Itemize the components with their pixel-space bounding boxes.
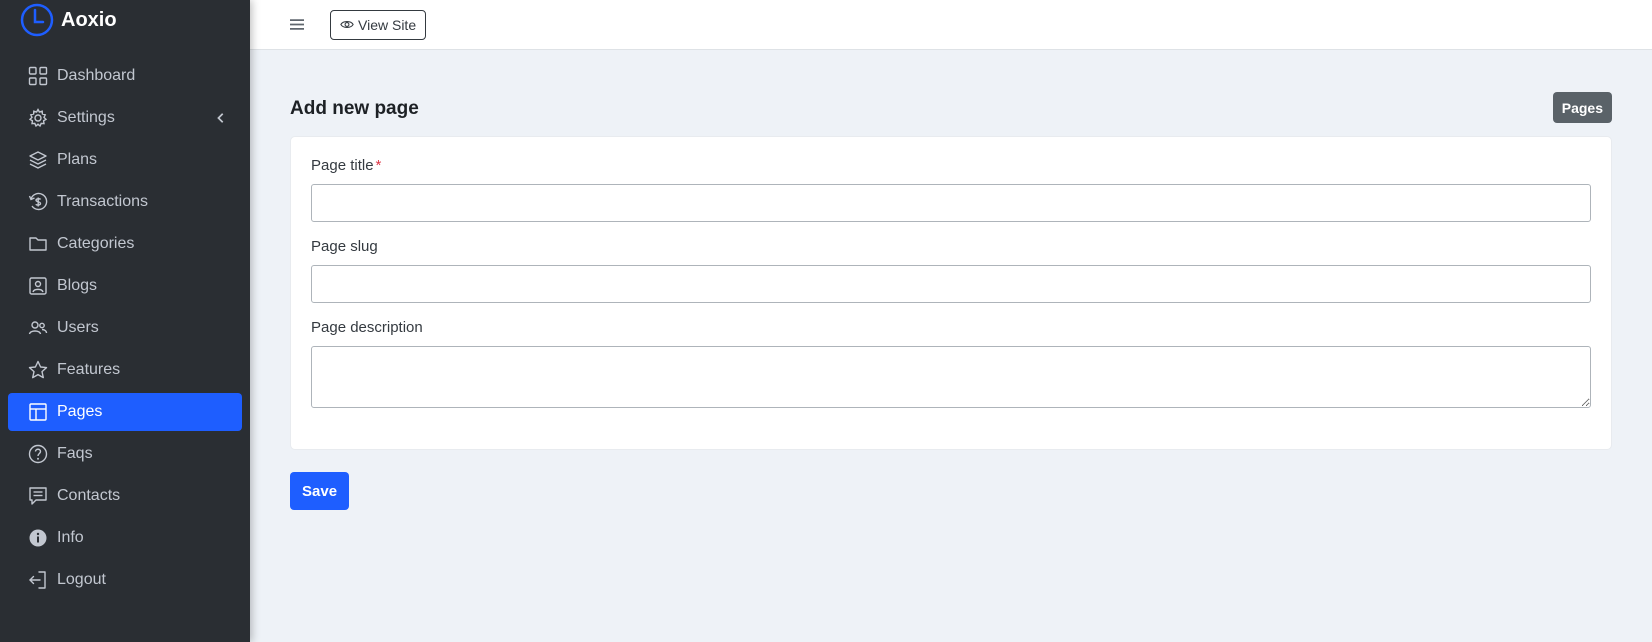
sidebar-item-blogs[interactable]: Blogs xyxy=(8,267,242,305)
page-description-group: Page description xyxy=(311,319,1591,413)
sidebar-item-logout[interactable]: Logout xyxy=(8,561,242,599)
info-icon xyxy=(27,527,49,549)
page-slug-input[interactable] xyxy=(311,265,1591,303)
page-title-input[interactable] xyxy=(311,184,1591,222)
page-title: Add new page xyxy=(290,98,419,119)
page-description-label: Page description xyxy=(311,319,423,336)
sidebar-item-label: Plans xyxy=(57,151,98,168)
sidebar-item-label: Pages xyxy=(57,403,103,420)
sidebar-item-faqs[interactable]: Faqs xyxy=(8,435,242,473)
page-slug-group: Page slug xyxy=(311,238,1591,303)
topbar: View Site xyxy=(250,0,1652,50)
currency-icon xyxy=(27,191,49,213)
sidebar-item-label: Contacts xyxy=(57,487,121,504)
sidebar-item-label: Users xyxy=(57,319,99,336)
hamburger-menu-icon[interactable] xyxy=(289,18,305,32)
page-title-label-text: Page title xyxy=(311,157,374,174)
sidebar-item-label: Dashboard xyxy=(57,67,136,84)
page-description-textarea[interactable] xyxy=(311,346,1591,408)
page-title-label: Page title * xyxy=(311,157,1591,174)
grid-icon xyxy=(27,65,49,87)
save-button[interactable]: Save xyxy=(290,472,350,510)
sidebar-item-label: Faqs xyxy=(57,445,93,462)
sidebar-item-features[interactable]: Features xyxy=(8,351,242,389)
sidebar-item-label: Settings xyxy=(57,109,115,126)
message-icon xyxy=(27,485,49,507)
layout-icon xyxy=(27,401,49,423)
sidebar-nav: Dashboard Settings Plans Transactions Ca… xyxy=(0,57,250,599)
sidebar-item-settings[interactable]: Settings xyxy=(8,99,242,137)
brand-name: Aoxio xyxy=(61,8,117,31)
sidebar-item-pages[interactable]: Pages xyxy=(8,393,242,431)
sidebar-item-label: Info xyxy=(57,529,84,546)
required-mark: * xyxy=(375,157,382,174)
image-icon xyxy=(27,275,49,297)
sidebar-item-transactions[interactable]: Transactions xyxy=(8,183,242,221)
logout-icon xyxy=(27,569,49,591)
brand[interactable]: Aoxio xyxy=(0,0,250,40)
page-title-group: Page title * xyxy=(311,157,1591,222)
sidebar-item-label: Logout xyxy=(57,571,106,588)
layers-icon xyxy=(27,149,49,171)
question-icon xyxy=(27,443,49,465)
sidebar-item-label: Categories xyxy=(57,235,135,252)
page-form-card: Page title * Page slug Page description xyxy=(290,136,1612,450)
sidebar-item-dashboard[interactable]: Dashboard xyxy=(8,57,242,95)
sidebar: Aoxio Dashboard Settings Plans Transacti… xyxy=(0,0,250,642)
sidebar-item-users[interactable]: Users xyxy=(8,309,242,347)
view-site-label: View Site xyxy=(358,16,417,33)
eye-icon xyxy=(340,19,354,30)
main-content: Add new page Pages Page title * Page slug… xyxy=(290,50,1612,510)
breadcrumb-badge[interactable]: Pages xyxy=(1552,92,1612,123)
sidebar-item-label: Transactions xyxy=(57,193,148,210)
users-icon xyxy=(27,317,49,339)
sidebar-item-contacts[interactable]: Contacts xyxy=(8,477,242,515)
star-icon xyxy=(27,359,49,381)
sidebar-item-label: Blogs xyxy=(57,277,98,294)
chevron-left-icon xyxy=(214,111,228,125)
sidebar-item-categories[interactable]: Categories xyxy=(8,225,242,263)
content-header: Add new page Pages xyxy=(290,50,1612,136)
folder-icon xyxy=(27,233,49,255)
clock-logo-icon xyxy=(20,3,54,37)
sidebar-item-label: Features xyxy=(57,361,121,378)
page-slug-label: Page slug xyxy=(311,238,378,255)
sidebar-item-plans[interactable]: Plans xyxy=(8,141,242,179)
sidebar-item-info[interactable]: Info xyxy=(8,519,242,557)
gear-icon xyxy=(27,107,49,129)
view-site-button[interactable]: View Site xyxy=(330,9,427,40)
